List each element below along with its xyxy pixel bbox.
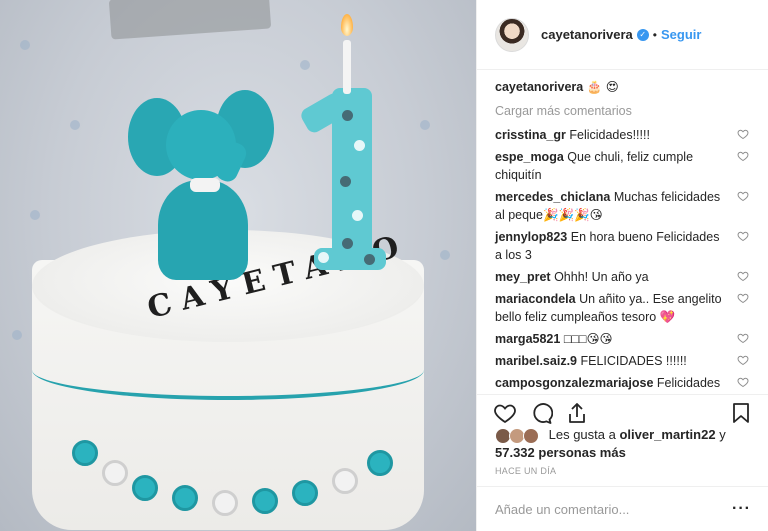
fabric-dot <box>440 250 450 260</box>
comment-username[interactable]: maribel.saiz.9 <box>495 354 577 368</box>
comment-item: camposgonzalezmariajose Felicidades al m… <box>495 374 751 394</box>
avatar[interactable] <box>495 17 529 52</box>
comment-username[interactable]: mariacondela <box>495 292 576 306</box>
liker-username[interactable]: oliver_martin22 <box>619 427 715 442</box>
heart-icon[interactable] <box>493 401 517 425</box>
comment-username[interactable]: mey_pret <box>495 270 551 284</box>
small-heart-icon[interactable] <box>737 292 749 304</box>
polka-dot <box>340 176 351 187</box>
post-side-panel: cayetanorivera ✓ • Seguir cayetanorivera… <box>476 0 768 531</box>
comment-item: jennylop823 En hora bueno Felicidades a … <box>495 228 751 264</box>
comment-item: maribel.saiz.9 FELICIDADES !!!!!! <box>495 352 751 370</box>
comment-username[interactable]: marga5821 <box>495 332 560 346</box>
verified-badge-icon: ✓ <box>636 28 649 41</box>
polka-dot <box>364 254 375 265</box>
follow-button[interactable]: Seguir <box>661 27 701 42</box>
fondant-button <box>292 480 318 506</box>
polka-dot <box>354 140 365 151</box>
fondant-button <box>252 488 278 514</box>
comment-item: mercedes_chiclana Muchas felicidades al … <box>495 188 751 224</box>
fabric-dot <box>300 60 310 70</box>
fondant-elephant <box>128 90 274 290</box>
elephant-body <box>158 180 248 280</box>
comment-item: mey_pret Ohhh! Un año ya <box>495 268 751 286</box>
avatar <box>523 427 539 444</box>
likes-prefix: Les gusta a <box>548 427 616 442</box>
fabric-dot <box>12 330 22 340</box>
background-board <box>108 0 272 40</box>
fondant-button <box>72 440 98 466</box>
post-timestamp[interactable]: HACE UN DÍA <box>495 466 556 476</box>
likes-count[interactable]: 57.332 personas más <box>495 445 626 460</box>
fondant-button <box>332 468 358 494</box>
load-more-comments-button[interactable]: Cargar más comentarios <box>495 104 751 118</box>
candle-flame <box>341 14 353 36</box>
fondant-button <box>132 475 158 501</box>
small-heart-icon[interactable] <box>737 150 749 162</box>
header-username[interactable]: cayetanorivera <box>541 27 633 42</box>
comment-username[interactable]: espe_moga <box>495 150 564 164</box>
small-heart-icon[interactable] <box>737 376 749 388</box>
polka-dot <box>352 210 363 221</box>
comment-item: crisstina_gr Felicidades!!!!! <box>495 126 751 144</box>
comment-icon[interactable] <box>529 401 553 425</box>
post-header: cayetanorivera ✓ • Seguir <box>477 0 768 70</box>
small-heart-icon[interactable] <box>737 128 749 140</box>
comment-username[interactable]: jennylop823 <box>495 230 567 244</box>
fondant-button <box>367 450 393 476</box>
share-icon[interactable] <box>565 401 589 425</box>
post-photo[interactable]: CAYETANO <box>0 0 476 531</box>
comment-username[interactable]: crisstina_gr <box>495 128 566 142</box>
birthday-cake: CAYETANO <box>32 88 424 530</box>
add-comment-input[interactable] <box>495 501 715 517</box>
separator-dot: • <box>652 27 657 42</box>
instagram-post: CAYETANO cayetanorivera ✓ • Seguir cayet… <box>0 0 768 531</box>
small-heart-icon[interactable] <box>737 190 749 202</box>
more-options-button[interactable]: ··· <box>732 500 751 518</box>
fabric-dot <box>20 40 30 50</box>
fabric-dot <box>420 120 430 130</box>
polka-dot <box>318 252 329 263</box>
comment-text: FELICIDADES !!!!!! <box>580 354 687 368</box>
fondant-button <box>212 490 238 516</box>
small-heart-icon[interactable] <box>737 354 749 366</box>
comment-text: □□□😘😘 <box>563 332 613 346</box>
bookmark-icon[interactable] <box>729 401 753 425</box>
post-actions-bar <box>477 394 768 426</box>
comment-text: Felicidades!!!!! <box>569 128 650 142</box>
fondant-button <box>172 485 198 511</box>
fabric-dot <box>70 120 80 130</box>
likes-summary: Les gusta a oliver_martin22 y 57.332 per… <box>495 426 755 461</box>
comment-username[interactable]: mercedes_chiclana <box>495 190 610 204</box>
fabric-dot <box>30 210 40 220</box>
small-heart-icon[interactable] <box>737 230 749 242</box>
comment-item: marga5821 □□□😘😘 <box>495 330 751 348</box>
comment-username[interactable]: camposgonzalezmariajose <box>495 376 653 390</box>
comment-item: mariacondela Un añito ya.. Ese angelito … <box>495 290 751 326</box>
caption-username[interactable]: cayetanorivera <box>495 80 583 94</box>
fondant-button <box>102 460 128 486</box>
comment-text: Ohhh! Un año ya <box>554 270 649 284</box>
polka-dot <box>342 110 353 121</box>
caption-text: 🎂 😍 <box>586 80 619 94</box>
small-heart-icon[interactable] <box>737 270 749 282</box>
likes-connector: y <box>719 427 726 442</box>
comment-item: espe_moga Que chuli, feliz cumple chiqui… <box>495 148 751 184</box>
post-caption: cayetanorivera 🎂 😍 <box>495 78 751 96</box>
candle <box>343 40 351 94</box>
elephant-bow <box>190 178 220 192</box>
number-one-topper <box>294 80 386 275</box>
add-comment-bar: ··· <box>477 486 768 531</box>
comments-list[interactable]: cayetanorivera 🎂 😍 Cargar más comentario… <box>477 72 768 394</box>
polka-dot <box>342 238 353 249</box>
liker-avatars <box>495 427 541 444</box>
small-heart-icon[interactable] <box>737 332 749 344</box>
